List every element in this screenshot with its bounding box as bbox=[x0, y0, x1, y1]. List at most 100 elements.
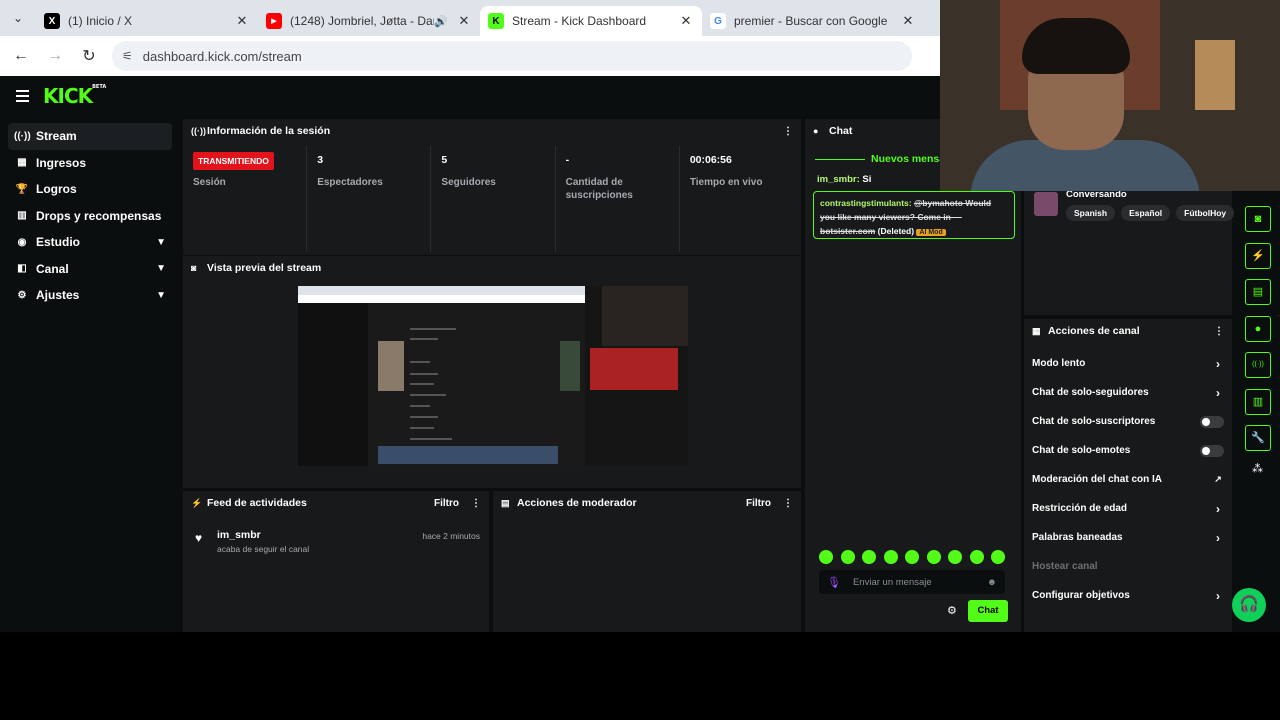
more-options-icon[interactable]: ⋮ bbox=[471, 498, 481, 509]
emote-icon[interactable] bbox=[862, 550, 876, 564]
stream-tag[interactable]: Spanish bbox=[1066, 205, 1116, 221]
back-arrow-icon[interactable]: ← bbox=[4, 47, 38, 65]
close-tab-icon[interactable]: ✕ bbox=[234, 13, 250, 29]
site-settings-icon[interactable]: ⚟ bbox=[122, 49, 133, 63]
kick-logo[interactable]: KICKBETA bbox=[43, 84, 106, 108]
chevron-right-icon[interactable]: › bbox=[1212, 386, 1224, 400]
settings-icon: ⚙ bbox=[17, 289, 27, 301]
chat-input[interactable]: 🎙 Enviar un mensaje ☻ bbox=[819, 570, 1005, 594]
sidebar-item-stream[interactable]: ((·)) Stream bbox=[8, 123, 172, 150]
sidebar-item-logros[interactable]: 🏆 Logros bbox=[8, 176, 172, 203]
emote-icon[interactable] bbox=[819, 550, 833, 564]
more-options-icon[interactable]: ⋮ bbox=[783, 498, 793, 509]
channel-action-row[interactable]: Restricción de edad › bbox=[1024, 494, 1232, 523]
address-bar[interactable]: ⚟ dashboard.kick.com/stream bbox=[112, 41, 912, 71]
browser-tab-youtube[interactable]: ▶ (1248) Jombriel, Jøtta - Dan 🔊 ✕ bbox=[258, 6, 480, 36]
notes-icon[interactable]: ▤ bbox=[1245, 279, 1271, 305]
feed-action: acaba de seguir el canal bbox=[217, 544, 310, 554]
sidebar-item-ajustes[interactable]: ⚙ Ajustes ▼ bbox=[8, 282, 172, 309]
close-tab-icon[interactable]: ✕ bbox=[900, 13, 916, 29]
hamburger-menu-icon[interactable] bbox=[16, 90, 29, 105]
panel-title: Información de la sesión bbox=[207, 125, 331, 137]
chevron-right-icon[interactable]: › bbox=[1212, 357, 1224, 371]
chevron-right-icon[interactable]: › bbox=[1212, 502, 1224, 516]
emote-icon[interactable] bbox=[905, 550, 919, 564]
emote-icon[interactable] bbox=[948, 550, 962, 564]
channel-action-label: Palabras baneadas bbox=[1032, 532, 1123, 543]
youtube-logo-icon: ▶ bbox=[266, 13, 282, 29]
wrench-icon[interactable]: 🔧 bbox=[1245, 425, 1271, 451]
filter-button[interactable]: Filtro bbox=[434, 498, 459, 509]
emote-icon[interactable] bbox=[991, 550, 1005, 564]
snapshot-icon[interactable]: ◙ bbox=[1245, 206, 1271, 232]
channel-action-label: Moderación del chat con IA bbox=[1032, 474, 1163, 485]
emote-icon[interactable] bbox=[969, 550, 984, 564]
stream-tag[interactable]: Español bbox=[1121, 205, 1171, 221]
emote-icon[interactable] bbox=[840, 550, 855, 564]
filter-button[interactable]: Filtro bbox=[746, 498, 771, 509]
channel-action-row[interactable]: Moderación del chat con IA ↗ bbox=[1024, 465, 1232, 494]
panel-title: Acciones de moderador bbox=[517, 497, 637, 509]
activity-feed-panel: ⚡ Feed de actividades Filtro ⋮ ♥ im_smbr… bbox=[183, 491, 489, 632]
sidebar-item-ingresos[interactable]: ▦ Ingresos bbox=[8, 150, 172, 177]
chevron-right-icon[interactable]: › bbox=[1212, 589, 1224, 603]
microphone-icon[interactable]: 🎙 bbox=[827, 576, 841, 589]
emoji-icon[interactable]: ☻ bbox=[987, 577, 997, 588]
toggle-switch[interactable] bbox=[1200, 415, 1224, 428]
lightning-icon[interactable]: ⚡ bbox=[1245, 242, 1271, 269]
chat-username[interactable]: contrastingstimulants: bbox=[820, 198, 912, 208]
chat-settings-icon[interactable]: ⚙ bbox=[947, 604, 957, 617]
reload-icon[interactable]: ↻ bbox=[72, 46, 106, 66]
channel-action-label: Modo lento bbox=[1032, 358, 1086, 369]
channel-action-row[interactable]: Palabras baneadas › bbox=[1024, 523, 1232, 552]
sidebar-item-canal[interactable]: ◧ Canal ▼ bbox=[8, 256, 172, 283]
server-icon[interactable]: ▥ bbox=[1245, 388, 1271, 415]
channel-action-row[interactable]: Chat de solo-suscriptores bbox=[1024, 407, 1232, 436]
chevron-right-icon[interactable]: › bbox=[1212, 531, 1224, 545]
chat-send-button[interactable]: Chat bbox=[968, 600, 1008, 622]
channel-action-row[interactable]: Chat de solo-emotes bbox=[1024, 436, 1232, 465]
channel-action-row[interactable]: Configurar objetivos › bbox=[1024, 581, 1232, 610]
chat-username[interactable]: im_smbr: bbox=[817, 174, 860, 185]
toggle-switch[interactable] bbox=[1200, 444, 1224, 457]
more-options-icon[interactable]: ⋮ bbox=[1214, 326, 1224, 337]
stream-tag[interactable]: FútbolHoy bbox=[1176, 205, 1235, 221]
browser-toolbar: ← → ↻ ⚟ dashboard.kick.com/stream bbox=[0, 36, 940, 76]
external-link-icon[interactable]: ↗ bbox=[1212, 474, 1224, 485]
close-tab-icon[interactable]: ✕ bbox=[678, 13, 694, 29]
broadcast-icon[interactable]: ((·)) bbox=[1245, 352, 1271, 378]
speaker-icon[interactable]: 🔊 bbox=[434, 15, 448, 28]
browser-tab-google[interactable]: G premier - Buscar con Google ✕ bbox=[702, 6, 924, 36]
feed-username[interactable]: im_smbr bbox=[217, 529, 261, 541]
sidebar-item-estudio[interactable]: ◉ Estudio ▼ bbox=[8, 229, 172, 256]
stream-preview-video[interactable] bbox=[298, 286, 688, 466]
broadcast-icon: ((·)) bbox=[14, 130, 31, 142]
browser-tab-x[interactable]: X (1) Inicio / X ✕ bbox=[36, 6, 258, 36]
help-chat-button[interactable]: 🎧 bbox=[1232, 588, 1266, 622]
lightning-icon: ⚡ bbox=[191, 497, 203, 508]
emote-icon[interactable] bbox=[883, 550, 898, 564]
emote-icon[interactable] bbox=[926, 550, 941, 564]
google-logo-icon: G bbox=[710, 13, 726, 29]
more-options-icon[interactable]: ⋮ bbox=[783, 126, 793, 137]
chevron-down-icon[interactable]: ▼ bbox=[156, 290, 166, 301]
share-icon[interactable]: ⁂ bbox=[1252, 462, 1280, 475]
chat-bubble-icon[interactable]: ● bbox=[1245, 315, 1271, 342]
new-messages-divider[interactable]: Nuevos mensa bbox=[814, 153, 945, 165]
close-tab-icon[interactable]: ✕ bbox=[456, 13, 472, 29]
browser-tab-kick[interactable]: K Stream - Kick Dashboard ✕ bbox=[480, 6, 702, 36]
channel-action-label: Restricción de edad bbox=[1032, 503, 1128, 514]
channel-action-row[interactable]: Chat de solo-seguidores › bbox=[1024, 378, 1232, 407]
sidebar-item-drops[interactable]: ▥ Drops y recompensas bbox=[8, 203, 172, 230]
stat-value: 00:06:56 bbox=[689, 154, 732, 166]
forward-arrow-icon[interactable]: → bbox=[38, 47, 72, 65]
chat-bubble-icon: ● bbox=[813, 126, 819, 136]
tab-search-chevron-icon[interactable]: ⌄ bbox=[0, 0, 36, 36]
mod-actions-panel: ▤ Acciones de moderador Filtro ⋮ bbox=[493, 491, 801, 632]
sidebar-item-label: Ajustes bbox=[36, 288, 80, 303]
ai-mod-badge: AI Mod bbox=[916, 229, 946, 236]
chevron-down-icon[interactable]: ▼ bbox=[156, 263, 166, 274]
camera-icon: ◙ bbox=[191, 263, 197, 273]
channel-action-row[interactable]: Modo lento › bbox=[1024, 349, 1232, 378]
chevron-down-icon[interactable]: ▼ bbox=[156, 237, 166, 248]
